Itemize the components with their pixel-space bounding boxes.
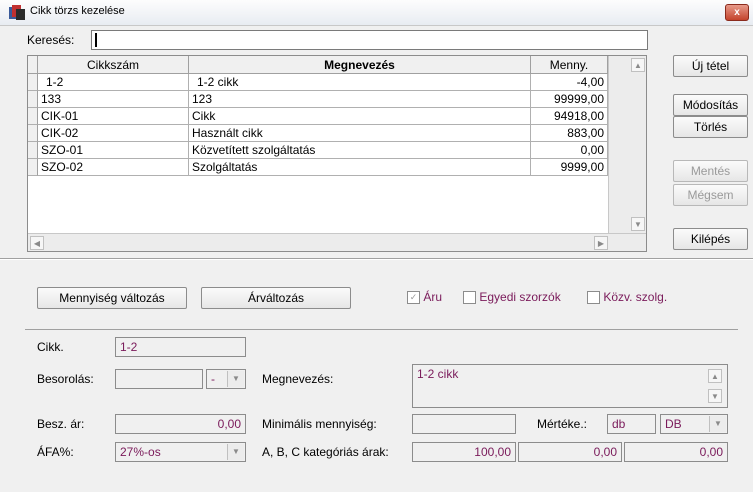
min-qty-field[interactable]	[412, 414, 516, 434]
chevron-down-icon[interactable]: ▼	[227, 371, 244, 387]
cell-name: 1-2 cikk	[189, 74, 531, 91]
scroll-left-icon[interactable]: ◀	[30, 236, 44, 250]
exit-button[interactable]: Kilépés	[673, 228, 748, 250]
merteke-field[interactable]: db	[607, 414, 656, 434]
besorolas-combo[interactable]: - ▼	[206, 369, 246, 389]
table-row[interactable]: CIK-01 Cikk 94918,00	[28, 108, 608, 125]
modify-button[interactable]: Módosítás	[673, 94, 748, 116]
row-indicator	[28, 125, 38, 142]
checkbox-kozv[interactable]: Közv. szolg.	[587, 290, 668, 305]
search-input[interactable]	[91, 30, 648, 50]
cell-code: CIK-02	[38, 125, 189, 142]
cell-name: Szolgáltatás	[189, 159, 531, 176]
besz-ar-label: Besz. ár:	[37, 417, 85, 431]
row-indicator	[28, 159, 38, 176]
table-row[interactable]: 1-2 1-2 cikk -4,00	[28, 74, 608, 91]
cell-code: SZO-02	[38, 159, 189, 176]
window-title: Cikk törzs kezelése	[30, 5, 125, 17]
cell-name: Cikk	[189, 108, 531, 125]
checkbox-egyedi-box[interactable]	[463, 291, 476, 305]
horizontal-scrollbar[interactable]: ◀ ▶	[28, 233, 646, 251]
abc-price-c[interactable]: 0,00	[624, 442, 728, 462]
merteke-combo[interactable]: DB ▼	[660, 414, 728, 434]
chevron-down-icon[interactable]: ▼	[227, 444, 244, 460]
panel-divider	[25, 329, 738, 330]
column-header-name[interactable]: Megnevezés	[189, 56, 531, 74]
cancel-button[interactable]: Mégsem	[673, 184, 748, 206]
save-button[interactable]: Mentés	[673, 160, 748, 182]
checkbox-aru-label: Áru	[423, 290, 443, 304]
merteke-combo-value: DB	[665, 417, 682, 431]
cikk-field[interactable]: 1-2	[115, 337, 246, 357]
afa-combo-value: 27%-os	[120, 445, 161, 459]
column-header-qty[interactable]: Menny.	[531, 56, 608, 74]
table-row[interactable]: 133 123 99999,00	[28, 91, 608, 108]
abc-price-a[interactable]: 100,00	[412, 442, 516, 462]
app-icon	[8, 4, 26, 21]
cikk-label: Cikk.	[37, 340, 64, 354]
items-grid[interactable]: Cikkszám Megnevezés Menny. 1-2 1-2 cikk …	[27, 55, 647, 252]
qty-change-button[interactable]: Mennyiség változás	[37, 287, 187, 309]
cell-qty: 99999,00	[531, 91, 608, 108]
cell-name: 123	[189, 91, 531, 108]
megnevezes-value: 1-2 cikk	[417, 367, 459, 381]
besz-ar-field[interactable]: 0,00	[115, 414, 246, 434]
cell-qty: 94918,00	[531, 108, 608, 125]
delete-button[interactable]: Törlés	[673, 116, 748, 138]
table-row[interactable]: CIK-02 Használt cikk 883,00	[28, 125, 608, 142]
abc-label: A, B, C kategóriás árak:	[262, 445, 389, 459]
besorolas-combo-value: -	[211, 372, 215, 386]
close-button[interactable]: x	[725, 4, 749, 21]
grid-corner	[28, 56, 38, 74]
afa-label: ÁFA%:	[37, 445, 74, 459]
checkbox-kozv-label: Közv. szolg.	[603, 290, 668, 304]
cell-qty: -4,00	[531, 74, 608, 91]
row-indicator	[28, 91, 38, 108]
megnevezes-field[interactable]: 1-2 cikk ▲ ▼	[412, 364, 728, 408]
checkbox-egyedi-label: Egyedi szorzók	[479, 290, 561, 304]
cell-code: SZO-01	[38, 142, 189, 159]
checkbox-aru[interactable]: ✓ Áru	[407, 290, 443, 305]
vertical-scrollbar[interactable]: ▲ ▼	[608, 56, 646, 233]
new-item-button[interactable]: Új tétel	[673, 55, 748, 77]
checkbox-egyedi[interactable]: Egyedi szorzók	[463, 290, 561, 305]
scroll-up-icon[interactable]: ▲	[708, 369, 722, 383]
scroll-down-icon[interactable]: ▼	[708, 389, 722, 403]
text-cursor	[95, 33, 97, 47]
cell-code: CIK-01	[38, 108, 189, 125]
cell-qty: 883,00	[531, 125, 608, 142]
merteke-label: Mértéke.:	[537, 417, 588, 431]
search-label: Keresés:	[27, 33, 75, 47]
cell-name: Közvetített szolgáltatás	[189, 142, 531, 159]
table-row[interactable]: SZO-01 Közvetített szolgáltatás 0,00	[28, 142, 608, 159]
chevron-down-icon[interactable]: ▼	[709, 416, 726, 432]
cell-code: 1-2	[38, 74, 189, 91]
table-row[interactable]: SZO-02 Szolgáltatás 9999,00	[28, 159, 608, 176]
price-change-button[interactable]: Árváltozás	[201, 287, 351, 309]
row-indicator	[28, 108, 38, 125]
cell-name: Használt cikk	[189, 125, 531, 142]
cell-qty: 0,00	[531, 142, 608, 159]
min-qty-label: Minimális mennyiség:	[262, 417, 377, 431]
checkbox-aru-box[interactable]: ✓	[407, 291, 420, 305]
column-header-code[interactable]: Cikkszám	[38, 56, 189, 74]
megnevezes-label: Megnevezés:	[262, 372, 334, 386]
afa-combo[interactable]: 27%-os ▼	[115, 442, 246, 462]
section-divider	[0, 258, 753, 260]
row-indicator	[28, 74, 38, 91]
scroll-right-icon[interactable]: ▶	[594, 236, 608, 250]
besorolas-label: Besorolás:	[37, 372, 94, 386]
checkbox-kozv-box[interactable]	[587, 291, 600, 305]
scroll-down-icon[interactable]: ▼	[631, 217, 645, 231]
abc-price-b[interactable]: 0,00	[518, 442, 622, 462]
cell-qty: 9999,00	[531, 159, 608, 176]
besorolas-field[interactable]	[115, 369, 203, 389]
row-indicator	[28, 142, 38, 159]
cell-code: 133	[38, 91, 189, 108]
scroll-up-icon[interactable]: ▲	[631, 58, 645, 72]
